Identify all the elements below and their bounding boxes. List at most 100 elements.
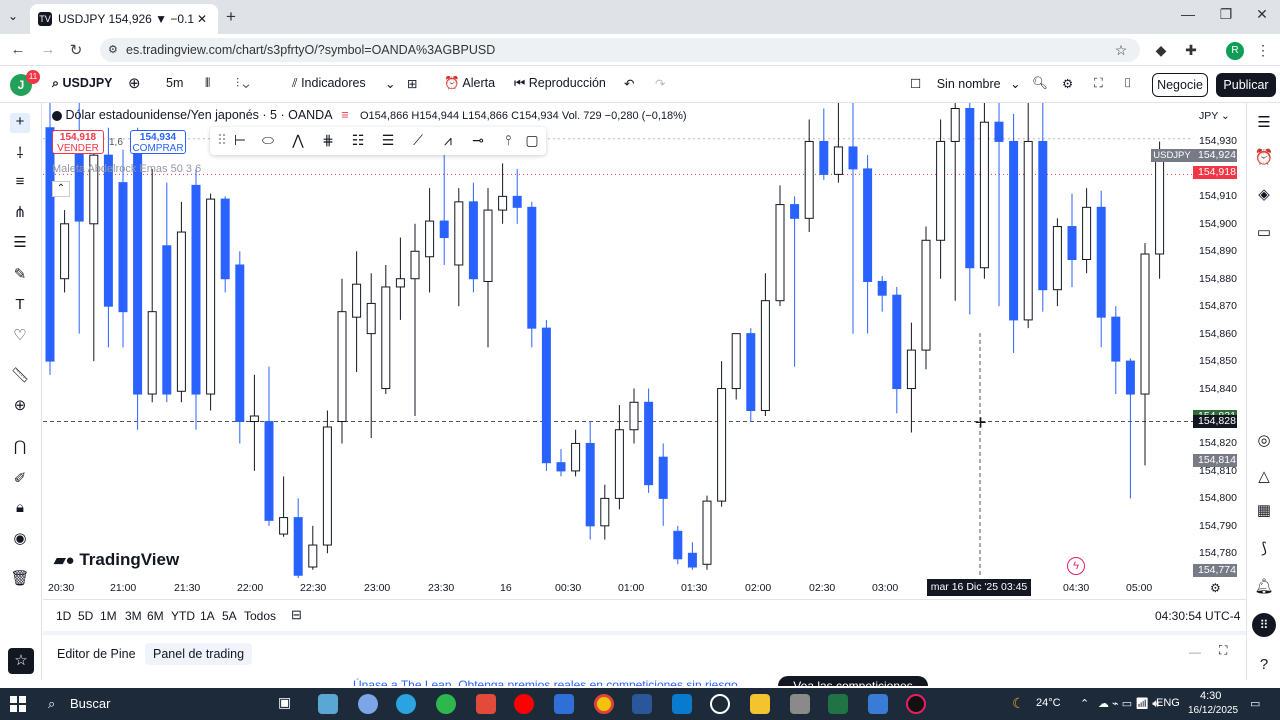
text-icon[interactable]: T xyxy=(10,296,30,316)
taskbar-date[interactable]: 16/12/2025 xyxy=(1188,705,1238,716)
apps-grid-icon[interactable]: ⠿ xyxy=(1252,613,1276,637)
undo-icon[interactable]: ↶ xyxy=(624,76,634,91)
candles-style-icon[interactable]: ⫴ xyxy=(205,76,210,91)
app-icon-window[interactable] xyxy=(868,694,888,714)
vscode-icon[interactable] xyxy=(672,694,692,714)
lightning-icon[interactable]: ϟ xyxy=(1067,557,1085,575)
app-icon-dark[interactable] xyxy=(906,694,926,714)
camera-icon[interactable]: ⌷ xyxy=(1124,76,1132,91)
minimize-panel-icon[interactable]: — xyxy=(1189,645,1201,659)
taskbar-time[interactable]: 4:30 xyxy=(1200,690,1221,702)
restore-icon[interactable]: ❐ xyxy=(1208,6,1244,28)
range-button-5d[interactable]: 5D xyxy=(78,609,93,623)
taskbar-search[interactable]: ⌕ Buscar xyxy=(40,690,268,718)
favorites-star-icon[interactable]: ☆ xyxy=(8,648,34,674)
replay-button[interactable]: ⏮ Reproducción xyxy=(514,76,606,91)
app-icon-1[interactable] xyxy=(318,694,338,714)
axis-settings-icon[interactable]: ⚙ xyxy=(1210,581,1221,595)
indicators-dropdown-icon[interactable]: ⌄ xyxy=(385,76,395,91)
range-button-todos[interactable]: Todos xyxy=(244,609,276,623)
symbol-description[interactable]: Dólar estadounidense/Yen japonés · 5 · O… xyxy=(65,108,331,122)
trend-line-icon[interactable]: ≡ xyxy=(10,173,30,193)
currency-label[interactable]: JPY ⌄ xyxy=(1199,110,1230,122)
weather-moon-icon[interactable]: ☾ xyxy=(1012,695,1025,712)
browser-menu-icon[interactable]: ⋮ xyxy=(1254,42,1272,60)
browser-tab[interactable]: TV USDJPY 154,926 ▼ −0.18% Sin ✕ xyxy=(30,4,218,34)
fullscreen-icon[interactable]: ⛶ xyxy=(1094,76,1103,91)
triangle-icon[interactable]: △ xyxy=(1254,467,1274,487)
watchlist-icon[interactable]: ☰ xyxy=(1254,113,1274,133)
eye-icon[interactable]: ◉ xyxy=(10,529,30,549)
target-icon[interactable]: ◎ xyxy=(1254,431,1274,451)
drag-handle-icon[interactable]: ⠿ xyxy=(212,132,232,150)
profile-avatar[interactable]: R xyxy=(1226,42,1244,60)
range-button-3m[interactable]: 3M xyxy=(125,609,142,623)
chart-clock[interactable]: 04:30:54 UTC-4 xyxy=(1155,609,1240,623)
chat-icon[interactable]: ▭ xyxy=(1254,223,1274,243)
range-button-1d[interactable]: 1D xyxy=(56,609,71,623)
quick-search-icon[interactable]: 🔍︎ xyxy=(1032,76,1048,91)
range-button-1a[interactable]: 1A xyxy=(200,609,215,623)
close-tab-icon[interactable]: ✕ xyxy=(194,12,210,26)
bookmark-star-icon[interactable]: ☆ xyxy=(1112,42,1130,60)
close-window-icon[interactable]: ✕ xyxy=(1244,6,1280,28)
tab-pine-editor[interactable]: Editor de Pine xyxy=(49,643,144,665)
symbol-search[interactable]: ⌕ USDJPY xyxy=(52,76,113,91)
fib-retracement-icon[interactable]: ☷ xyxy=(348,132,368,150)
word-icon[interactable] xyxy=(632,694,652,714)
tab-trading-panel[interactable]: Panel de trading xyxy=(145,643,253,665)
bell-icon[interactable]: 🔔︎ xyxy=(1254,577,1274,597)
app-icon-gray[interactable] xyxy=(790,694,810,714)
forward-icon[interactable]: → xyxy=(38,41,58,61)
path-icon[interactable]: ⩘ xyxy=(438,132,458,150)
bar-style-icon[interactable]: ⫶ ⌄ xyxy=(236,76,249,91)
alert-button[interactable]: ⏰ Alerta xyxy=(444,76,495,91)
extension-icon[interactable]: ◆ xyxy=(1152,42,1170,60)
language-indicator[interactable]: ENG xyxy=(1156,697,1180,709)
calendar-icon[interactable]: ▦ xyxy=(1254,501,1274,521)
reload-icon[interactable]: ↻ xyxy=(66,41,86,61)
vertical-line-icon[interactable]: ⫯ xyxy=(498,132,518,150)
chrome-icon[interactable] xyxy=(594,694,614,714)
tray-chevron-icon[interactable]: ⌃ xyxy=(1080,697,1089,710)
price-axis[interactable]: JPY ⌄ 154,930 154,910 154,900 154,890 154,88… xyxy=(1151,103,1245,578)
broadcast-icon[interactable]: ⟆ xyxy=(1254,539,1274,559)
fib-icon[interactable]: ☰ xyxy=(10,233,30,253)
fib-channel-icon[interactable]: ☰ xyxy=(378,132,398,150)
layout-button[interactable]: ☐ Sin nombre ⌄ xyxy=(910,76,1021,91)
templates-icon[interactable]: ⊞ xyxy=(407,76,417,91)
long-position-icon[interactable]: ⊢ xyxy=(230,132,250,150)
chatgpt-icon[interactable] xyxy=(710,694,730,714)
range-button-5a[interactable]: 5A xyxy=(222,609,237,623)
app-icon-r[interactable] xyxy=(358,694,378,714)
range-button-ytd[interactable]: YTD xyxy=(171,609,195,623)
tab-search-icon[interactable]: ⌄ xyxy=(8,9,18,23)
pitchfork-icon[interactable]: ⋔ xyxy=(10,203,30,223)
xabcd-icon[interactable]: ⋀ xyxy=(288,132,308,150)
layers-icon[interactable]: ◈ xyxy=(1254,185,1274,205)
goto-date-icon[interactable]: ⊟ xyxy=(291,607,302,623)
file-explorer-icon[interactable] xyxy=(750,694,770,714)
trash-icon[interactable]: 🗑︎ xyxy=(10,569,30,589)
publish-button[interactable]: Publicar xyxy=(1216,73,1276,97)
trade-button[interactable]: Negocie xyxy=(1152,73,1208,97)
maximize-panel-icon[interactable]: ⛶ xyxy=(1219,643,1227,658)
task-view-icon[interactable]: ▣ xyxy=(278,694,298,714)
magnet-icon[interactable]: ⋂ xyxy=(10,437,30,457)
indicators-button[interactable]: ⫽ Indicadores xyxy=(292,76,366,91)
promo-text[interactable]: Únase a The Leap. Obtenga premios reales… xyxy=(353,678,738,686)
time-axis[interactable]: mar 16 Dic '25 03:45 ⚙ 20:30 21:00 21:30 22… xyxy=(43,578,1221,598)
crosshair-icon[interactable]: + xyxy=(10,113,30,133)
ruler-icon[interactable]: 📏︎ xyxy=(10,366,30,386)
help-icon[interactable]: ? xyxy=(1254,656,1274,676)
rectangle-icon[interactable]: ▢ xyxy=(522,132,542,150)
sell-button[interactable]: 154,918 VENDER xyxy=(52,130,104,154)
alerts-clock-icon[interactable]: ⏰ xyxy=(1254,148,1274,168)
horizontal-line-icon[interactable]: ⊸ xyxy=(468,132,488,150)
gann-icon[interactable]: ⋕ xyxy=(318,132,338,150)
tray-icons[interactable]: ☁ ⌁ ▭ 📶︎ 🔊︎ xyxy=(1098,697,1159,711)
excel-icon[interactable] xyxy=(828,694,848,714)
redo-icon[interactable]: ↷ xyxy=(655,76,665,91)
brush-icon[interactable]: ✎ xyxy=(10,265,30,285)
patterns-icon[interactable]: ♡ xyxy=(10,326,30,346)
